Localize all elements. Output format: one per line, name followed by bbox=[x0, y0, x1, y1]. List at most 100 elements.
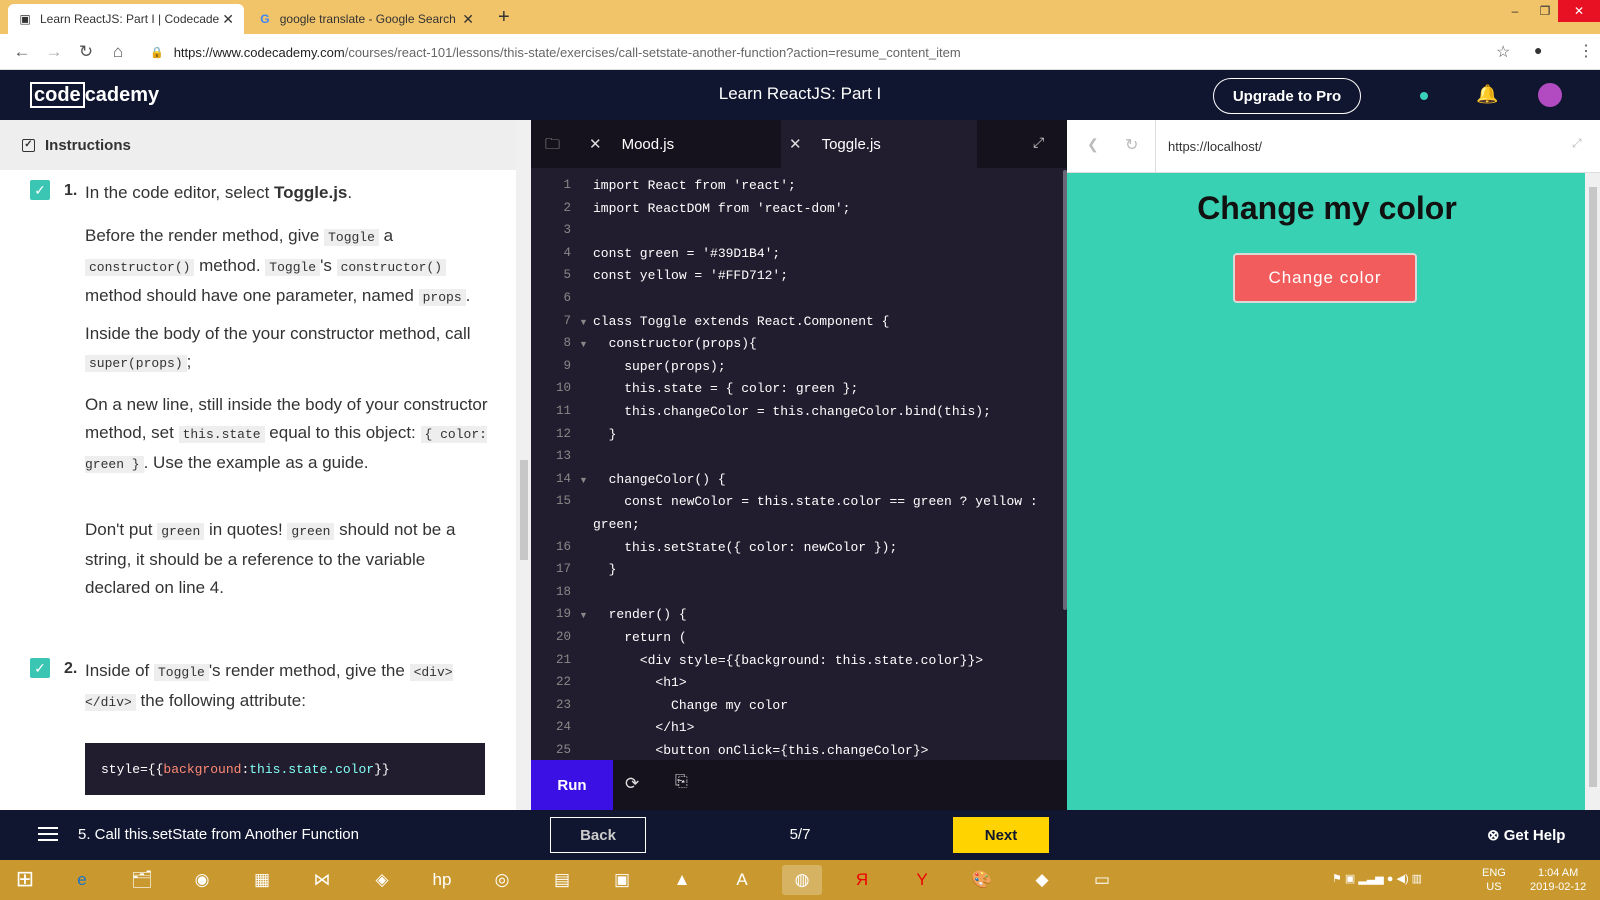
line-number: 6 bbox=[563, 291, 571, 305]
dvd-icon[interactable]: ◎ bbox=[482, 865, 522, 895]
code-line: } bbox=[593, 426, 617, 442]
line-number: 19 bbox=[555, 607, 571, 622]
pdf-reader-icon[interactable]: ▲ bbox=[662, 865, 702, 895]
system-tray[interactable]: ⚑ ▣ ▂▃▅ ● ◀) ▥ bbox=[1332, 872, 1422, 885]
url-path: /courses/react-101/lessons/this-state/ex… bbox=[344, 44, 961, 60]
preview-heading: Change my color bbox=[1197, 190, 1457, 226]
copy-icon[interactable]: ⎘ bbox=[675, 773, 688, 791]
autocad-icon[interactable]: A bbox=[722, 865, 762, 895]
menu-dots-icon[interactable]: ⋮ bbox=[1578, 41, 1594, 61]
windows-start-icon[interactable]: ⊞ bbox=[10, 866, 40, 894]
next-button[interactable]: Next bbox=[953, 817, 1049, 853]
close-file-icon[interactable]: ✕ bbox=[789, 135, 802, 153]
reload-icon[interactable]: ↻ bbox=[70, 42, 102, 62]
yandex-icon[interactable]: Я bbox=[842, 865, 882, 895]
url-host: https://www.codecademy.com bbox=[173, 44, 345, 60]
text: In the code editor, select bbox=[85, 183, 275, 202]
minimize-icon[interactable]: – bbox=[1500, 0, 1530, 22]
fold-arrow-icon[interactable]: ▼ bbox=[579, 475, 588, 485]
help-label: Get Help bbox=[1503, 827, 1566, 844]
text: a bbox=[378, 226, 394, 245]
forward-arrow-icon[interactable]: → bbox=[38, 42, 70, 62]
bookmark-star-icon[interactable]: ☆ bbox=[1496, 42, 1510, 62]
inline-code: super(props) bbox=[85, 355, 187, 372]
close-tab-icon[interactable]: ✕ bbox=[222, 11, 234, 28]
url-field[interactable]: 🔒 https://www.codecademy.com/courses/rea… bbox=[150, 40, 1510, 64]
preview-back-icon[interactable]: ❮ bbox=[1087, 136, 1099, 153]
eraser-app-icon[interactable]: ◆ bbox=[1022, 865, 1062, 895]
get-help-button[interactable]: ⊗ Get Help bbox=[1487, 826, 1565, 844]
fold-arrow-icon[interactable]: ▼ bbox=[579, 339, 588, 349]
preview-url[interactable]: https://localhost/ bbox=[1155, 120, 1555, 173]
file-tab-label: Mood.js bbox=[621, 135, 675, 153]
scrollbar-thumb[interactable] bbox=[520, 460, 528, 560]
line-number: 13 bbox=[555, 449, 571, 464]
save-app-icon[interactable]: ▣ bbox=[602, 865, 642, 895]
text: Don't put bbox=[85, 520, 158, 539]
browser-tab-codecademy[interactable]: ▣ Learn ReactJS: Part I | Codecadem ✕ bbox=[8, 4, 244, 34]
close-tab-icon[interactable]: ✕ bbox=[462, 11, 474, 28]
paint-app-icon[interactable]: ▦ bbox=[242, 865, 282, 895]
folder-icon[interactable]: 🗀 bbox=[545, 134, 560, 159]
code-line: green; bbox=[593, 517, 640, 532]
file-explorer-icon[interactable]: 🗂 bbox=[122, 865, 162, 895]
line-number: 20 bbox=[555, 630, 571, 644]
preview-scrollbar[interactable] bbox=[1585, 173, 1600, 810]
tab-title: Learn ReactJS: Part I | Codecadem bbox=[40, 12, 220, 26]
preview-reload-icon[interactable]: ↻ bbox=[1125, 135, 1138, 155]
inline-code: constructor() bbox=[85, 259, 195, 276]
logo-cademy: cademy bbox=[84, 83, 160, 106]
line-number: 15 bbox=[555, 494, 571, 509]
clock[interactable]: 1:04 AM 2019-02-12 bbox=[1530, 866, 1586, 894]
run-button[interactable]: Run bbox=[531, 760, 613, 810]
chrome-icon[interactable]: ◍ bbox=[782, 865, 822, 895]
home-icon[interactable]: ⌂ bbox=[102, 42, 134, 62]
language-indicator[interactable]: ENG US bbox=[1482, 866, 1506, 894]
media-app-icon[interactable]: ◉ bbox=[182, 865, 222, 895]
code-line: } bbox=[593, 562, 617, 578]
yandex-browser-icon[interactable]: Y bbox=[902, 865, 942, 895]
site-header: code cademy Learn ReactJS: Part I Upgrade… bbox=[0, 70, 1600, 120]
instructions-scrollbar[interactable] bbox=[516, 120, 531, 810]
photo-viewer-icon[interactable]: ▭ bbox=[1082, 865, 1122, 895]
close-window-icon[interactable]: ✕ bbox=[1558, 0, 1600, 22]
visual-studio-icon[interactable]: ⋈ bbox=[302, 865, 342, 895]
code-line: this.state = { color: green }; bbox=[593, 381, 859, 397]
lesson-title[interactable]: 5. Call this.setState from Another Funct… bbox=[78, 826, 359, 843]
text: . bbox=[465, 286, 471, 305]
instructions-header[interactable]: ✓ Instructions bbox=[0, 120, 516, 170]
back-arrow-icon[interactable]: ← bbox=[6, 42, 38, 62]
preview-expand-icon[interactable]: ⤢ bbox=[1572, 136, 1582, 151]
tab-mood-js[interactable]: ✕ Mood.js bbox=[581, 120, 781, 168]
menu-icon[interactable] bbox=[38, 827, 58, 841]
fold-arrow-icon[interactable]: ▼ bbox=[579, 317, 588, 327]
paint-palette-icon[interactable]: 🎨 bbox=[962, 865, 1002, 895]
code-token: : bbox=[241, 761, 250, 777]
expand-icon[interactable]: ⤢ bbox=[1033, 134, 1044, 151]
back-button[interactable]: Back bbox=[550, 817, 646, 853]
scrollbar-thumb[interactable] bbox=[1589, 187, 1597, 787]
browser-tab-google[interactable]: G google translate - Google Search ✕ bbox=[248, 4, 484, 34]
reset-icon[interactable]: ⟳ bbox=[625, 774, 639, 794]
new-tab-icon[interactable]: + bbox=[498, 6, 510, 29]
change-color-button[interactable]: Change color bbox=[1233, 253, 1417, 303]
codecademy-logo[interactable]: code cademy bbox=[30, 82, 159, 108]
text: Inside the body of the your constructor … bbox=[85, 324, 471, 343]
step-paragraph-1: Before the render method, give Toggle a … bbox=[85, 222, 495, 312]
close-file-icon[interactable]: ✕ bbox=[589, 135, 602, 153]
extension-icon[interactable]: ● bbox=[1534, 42, 1542, 58]
internet-explorer-icon[interactable]: e bbox=[62, 865, 102, 895]
bell-icon[interactable]: 🔔 bbox=[1476, 84, 1498, 105]
tab-toggle-js[interactable]: ✕ Toggle.js bbox=[781, 120, 977, 168]
fold-arrow-icon[interactable]: ▼ bbox=[579, 610, 588, 620]
code-area[interactable]: 1 import React from 'react'; 2 import React… bbox=[531, 178, 1051, 760]
code-editor: 🗀 ✕ Mood.js ✕ Toggle.js ⤢ 1 import React … bbox=[531, 120, 1067, 810]
hp-icon[interactable]: hp bbox=[422, 865, 462, 895]
date: 2019-02-12 bbox=[1530, 881, 1587, 893]
upgrade-button[interactable]: Upgrade to Pro bbox=[1213, 78, 1361, 114]
calculator-icon[interactable]: ▤ bbox=[542, 865, 582, 895]
office-app-icon[interactable]: ◈ bbox=[362, 865, 402, 895]
run-bar: Run ⟳ ⎘ bbox=[531, 760, 1067, 810]
avatar[interactable] bbox=[1538, 83, 1562, 107]
restore-icon[interactable]: ❐ bbox=[1530, 0, 1560, 22]
